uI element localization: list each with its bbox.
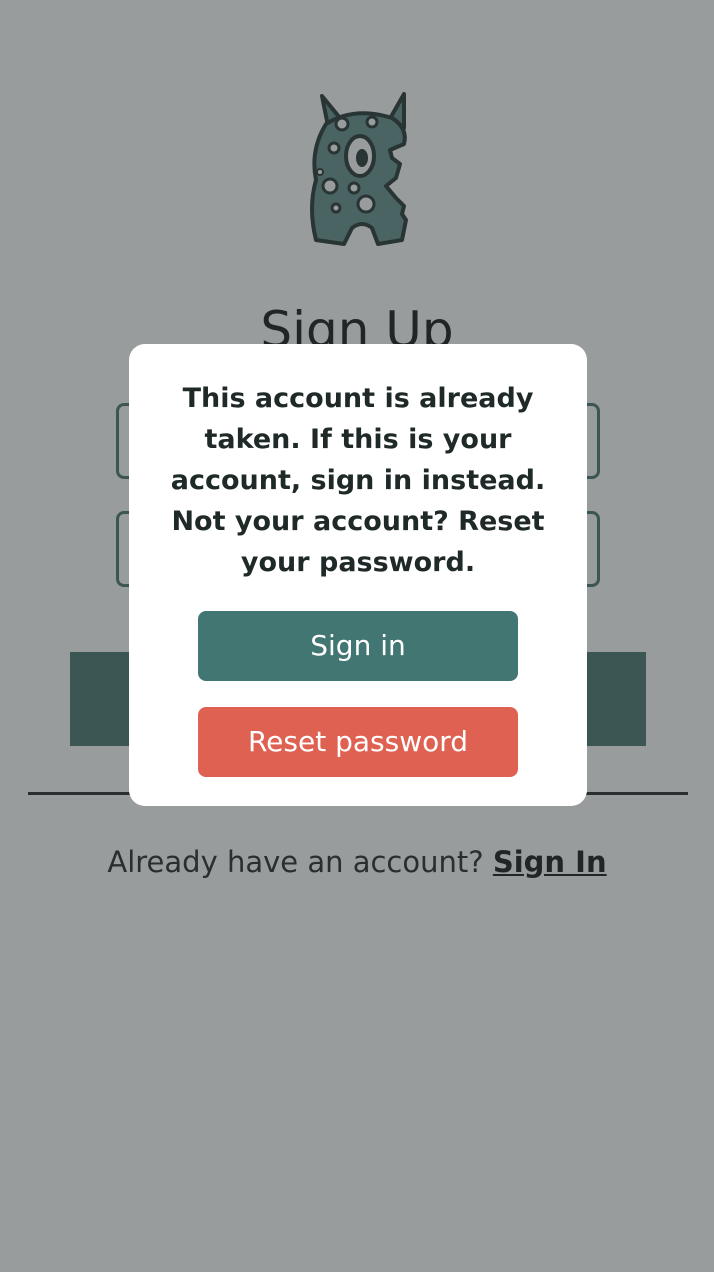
dialog-sign-in-button[interactable]: Sign in [198,611,518,681]
signup-page: Sign Up Already have an account? Sign In… [0,0,714,1272]
account-taken-dialog: This account is already taken. If this i… [129,344,587,806]
dialog-message: This account is already taken. If this i… [170,383,546,578]
reset-password-button[interactable]: Reset password [198,707,518,777]
